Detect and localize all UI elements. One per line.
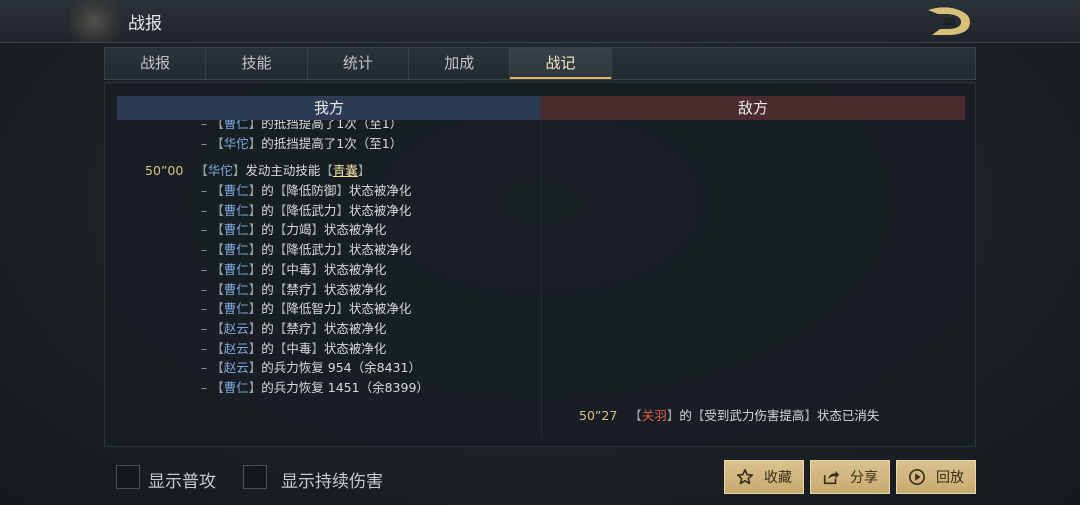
- share-label: 分享: [850, 470, 878, 486]
- tab-statistics[interactable]: 统计: [308, 48, 410, 79]
- event-time: 50”00: [145, 163, 184, 178]
- column-divider: [541, 120, 542, 438]
- column-header-enemy: 敌方: [541, 96, 965, 120]
- hero-name: 曹仁: [223, 301, 249, 317]
- log-line-heal: – 【曹仁】的兵力恢复 1451（余8399）: [201, 380, 429, 395]
- replay-button[interactable]: 回放: [896, 460, 976, 494]
- tab-battle-report[interactable]: 战报: [105, 48, 207, 79]
- tab-bar: 战报 技能 统计 加成 战记: [104, 47, 976, 80]
- status-name: 降低武力: [286, 202, 337, 218]
- my-side-log[interactable]: – 【曹仁】的抵挡提高了1次（至1） – 【华佗】的抵挡提高了1次（至1） 50”0…: [117, 120, 541, 438]
- hero-name: 曹仁: [223, 120, 249, 131]
- hero-name: 华佗: [223, 136, 249, 151]
- log-line: – 【曹仁】的【降低武力】状态被净化: [201, 242, 412, 258]
- hero-name: 华佗: [207, 163, 233, 178]
- footer-bar: 显示普攻 显示持续伤害 收藏 分享 回放: [0, 455, 1080, 505]
- log-line: – 【曹仁】的【禁疗】状态被净化: [201, 281, 387, 297]
- enemy-log-line: 50”27 【关羽】的【受到武力伤害提高】状态已消失: [579, 408, 880, 423]
- log-line: – 【曹仁】的【降低防御】状态被净化: [201, 183, 412, 198]
- status-name: 力竭: [286, 222, 312, 238]
- status-name: 中毒: [286, 261, 312, 277]
- share-icon: [823, 470, 840, 485]
- show-dot-checkbox[interactable]: [243, 465, 267, 489]
- tab-bar-filler: [612, 48, 975, 79]
- log-line: – 【赵云】的【禁疗】状态被净化: [201, 320, 387, 336]
- hero-name: 曹仁: [223, 242, 249, 258]
- tab-skills[interactable]: 技能: [206, 48, 308, 79]
- status-name: 禁疗: [286, 320, 312, 336]
- collect-label: 收藏: [764, 470, 792, 486]
- status-name: 中毒: [286, 340, 312, 356]
- hero-name: 赵云: [223, 340, 249, 356]
- battle-log-panel: 我方 敌方 – 【曹仁】的抵挡提高了1次（至1） – 【华佗】的抵挡提高了1次（至1…: [104, 82, 976, 447]
- top-bar: 战报: [0, 0, 1080, 43]
- show-normal-attack-label: 显示普攻: [148, 472, 216, 492]
- hero-name: 关羽: [641, 408, 667, 423]
- decorative-emblem: [70, 0, 130, 42]
- log-line-heal: – 【赵云】的兵力恢复 954（余8431）: [201, 360, 421, 375]
- collect-button[interactable]: 收藏: [724, 460, 804, 494]
- hero-name: 曹仁: [223, 261, 249, 277]
- hero-name: 赵云: [223, 320, 249, 336]
- share-button[interactable]: 分享: [810, 460, 890, 494]
- status-name: 降低防御: [286, 183, 337, 198]
- log-line: – 【曹仁】的【中毒】状态被净化: [201, 261, 387, 277]
- event-time: 50”27: [579, 408, 618, 423]
- log-line: – 【曹仁】的【降低智力】状态被净化: [201, 301, 412, 317]
- status-name: 降低智力: [286, 301, 337, 317]
- show-normal-attack-checkbox[interactable]: [116, 465, 140, 489]
- log-line: – 【华佗】的抵挡提高了1次（至1）: [201, 136, 403, 151]
- skill-link[interactable]: 青囊: [333, 163, 358, 178]
- page-title: 战报: [128, 14, 162, 34]
- hero-name: 曹仁: [223, 183, 249, 198]
- play-circle-icon: [908, 468, 926, 486]
- star-icon: [736, 468, 754, 485]
- log-line-clipped: – 【曹仁】的抵挡提高了1次（至1）: [201, 120, 541, 132]
- tab-battle-log[interactable]: 战记: [510, 48, 612, 79]
- hero-name: 曹仁: [223, 202, 249, 218]
- hero-name: 曹仁: [223, 281, 249, 297]
- log-event-line: 50”00 【华佗】发动主动技能【青囊】: [145, 163, 371, 178]
- column-header-mine: 我方: [117, 96, 541, 120]
- status-name: 禁疗: [286, 281, 312, 297]
- log-line: – 【赵云】的【中毒】状态被净化: [201, 340, 387, 356]
- dragon-logo-icon[interactable]: [924, 4, 976, 38]
- status-name: 降低武力: [286, 242, 337, 258]
- hero-name: 赵云: [223, 360, 249, 375]
- tab-bonus[interactable]: 加成: [409, 48, 511, 79]
- hero-name: 曹仁: [223, 222, 249, 238]
- replay-label: 回放: [936, 470, 964, 486]
- log-line: – 【曹仁】的【降低武力】状态被净化: [201, 202, 412, 218]
- hero-name: 曹仁: [223, 380, 249, 395]
- log-line: – 【曹仁】的【力竭】状态被净化: [201, 222, 387, 238]
- show-dot-label: 显示持续伤害: [281, 472, 383, 492]
